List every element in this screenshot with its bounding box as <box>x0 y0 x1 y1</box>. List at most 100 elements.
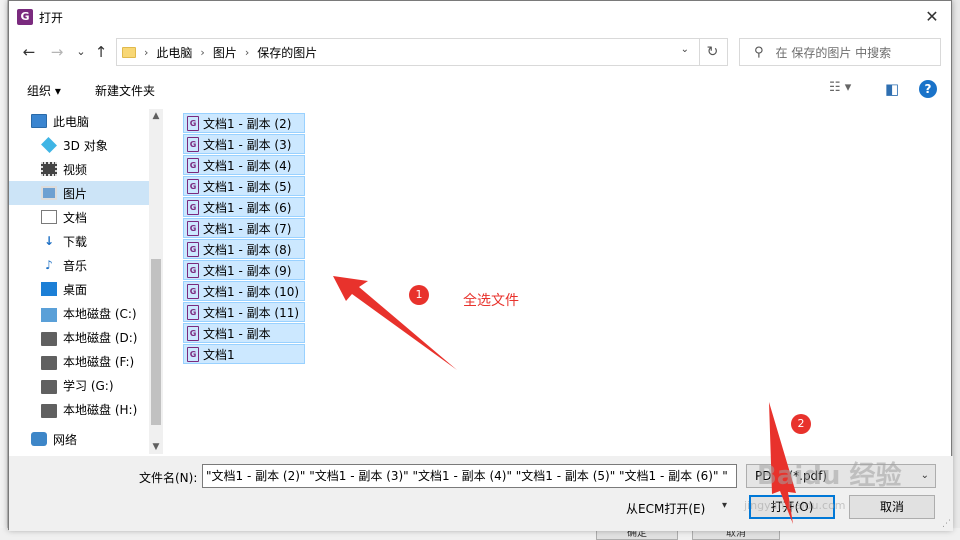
video-icon <box>41 162 57 176</box>
file-item[interactable]: G 文档1 - 副本 (6) <box>183 197 305 217</box>
sidebar-item-music[interactable]: ♪ 音乐 <box>9 253 163 277</box>
file-name: 文档1 - 副本 (7) <box>203 221 292 236</box>
file-item[interactable]: G 文档1 - 副本 <box>183 323 305 343</box>
file-item[interactable]: G 文档1 - 副本 (5) <box>183 176 305 196</box>
network-icon <box>31 432 47 446</box>
file-list: G 文档1 - 副本 (2) G 文档1 - 副本 (3) G 文档1 - 副本… <box>183 111 943 451</box>
sidebar-item-label: 3D 对象 <box>63 138 108 153</box>
address-dropdown-icon[interactable]: ⌄ <box>681 44 689 55</box>
sidebar-item-drive-g[interactable]: 学习 (G:) <box>9 373 163 397</box>
wps-document-icon: G <box>187 283 199 299</box>
preview-pane-icon[interactable]: ◧ <box>885 80 899 98</box>
command-toolbar: 组织 ▾ 新建文件夹 ☷ ▾ ◧ ? <box>9 74 953 106</box>
file-name: 文档1 <box>203 347 235 362</box>
breadcrumb-separator: › <box>144 45 149 59</box>
sidebar-item-pictures[interactable]: 图片 <box>9 181 163 205</box>
sidebar-item-downloads[interactable]: ↓ 下载 <box>9 229 163 253</box>
file-name: 文档1 - 副本 (11) <box>203 305 300 320</box>
file-name: 文档1 - 副本 (3) <box>203 137 292 152</box>
resize-grip-icon[interactable]: ⋰ <box>942 519 951 529</box>
title-bar: G 打开 ✕ <box>9 1 951 33</box>
file-item[interactable]: G 文档1 - 副本 (2) <box>183 113 305 133</box>
sidebar-item-videos[interactable]: 视频 <box>9 157 163 181</box>
wps-document-icon: G <box>187 115 199 131</box>
wps-document-icon: G <box>187 220 199 236</box>
scrollbar-thumb[interactable] <box>151 259 161 425</box>
file-item[interactable]: G 文档1 - 副本 (10) <box>183 281 305 301</box>
file-item[interactable]: G 文档1 - 副本 (8) <box>183 239 305 259</box>
up-arrow-icon[interactable]: ↑ <box>91 42 111 62</box>
sidebar-item-label: 本地磁盘 (H:) <box>63 402 138 417</box>
sidebar-item-3d-objects[interactable]: 3D 对象 <box>9 133 163 157</box>
change-view-icon[interactable]: ☷ ▾ <box>829 80 851 95</box>
desktop-icon <box>41 282 57 296</box>
file-name: 文档1 - 副本 (4) <box>203 158 292 173</box>
file-name: 文档1 - 副本 <box>203 326 271 341</box>
sidebar-item-drive-f[interactable]: 本地磁盘 (F:) <box>9 349 163 373</box>
computer-icon <box>31 114 47 128</box>
sidebar-item-label: 此电脑 <box>53 114 90 129</box>
breadcrumb-saved-pictures[interactable]: 保存的图片 <box>257 44 317 61</box>
file-item[interactable]: G 文档1 - 副本 (11) <box>183 302 305 322</box>
file-item[interactable]: G 文档1 - 副本 (3) <box>183 134 305 154</box>
wps-document-icon: G <box>187 241 199 257</box>
chevron-down-icon: ⌄ <box>920 470 929 481</box>
drive-c-icon <box>41 308 57 322</box>
open-file-dialog: G 打开 ✕ ← → ⌄ ↑ › 此电脑 › 图片 › 保存的图片 ⌄ ↻ ⚲ … <box>8 0 953 531</box>
back-arrow-icon[interactable]: ← <box>19 42 39 62</box>
sidebar-item-drive-c[interactable]: 本地磁盘 (C:) <box>9 301 163 325</box>
app-icon: G <box>17 9 33 25</box>
filename-input[interactable]: "文档1 - 副本 (2)" "文档1 - 副本 (3)" "文档1 - 副本 … <box>202 464 737 488</box>
cancel-button[interactable]: 取消 <box>849 495 935 519</box>
forward-arrow-icon[interactable]: → <box>47 42 67 62</box>
sidebar-item-label: 本地磁盘 (F:) <box>63 354 135 369</box>
sidebar-item-drive-h[interactable]: 本地磁盘 (H:) <box>9 397 163 421</box>
new-folder-button[interactable]: 新建文件夹 <box>95 82 155 99</box>
sidebar-item-label: 视频 <box>63 162 88 177</box>
background-window-edge <box>0 0 8 540</box>
folder-icon <box>122 46 136 58</box>
file-item[interactable]: G 文档1 - 副本 (7) <box>183 218 305 238</box>
wps-document-icon: G <box>187 199 199 215</box>
scroll-up-icon[interactable]: ▲ <box>149 109 163 123</box>
file-item[interactable]: G 文档1 - 副本 (9) <box>183 260 305 280</box>
filename-label: 文件名(N): <box>139 471 198 485</box>
sidebar-item-label: 音乐 <box>63 258 88 273</box>
search-placeholder: 在 保存的图片 中搜索 <box>775 45 892 60</box>
sidebar-item-label: 下载 <box>63 234 88 249</box>
search-box[interactable]: ⚲ 在 保存的图片 中搜索 <box>739 38 941 66</box>
sidebar-item-this-pc[interactable]: 此电脑 <box>9 109 163 133</box>
ecm-dropdown-icon[interactable]: ▾ <box>722 500 727 511</box>
address-bar[interactable]: › 此电脑 › 图片 › 保存的图片 ⌄ <box>116 38 700 66</box>
close-icon[interactable]: ✕ <box>921 7 943 27</box>
sidebar-item-label: 本地磁盘 (C:) <box>63 306 137 321</box>
file-item[interactable]: G 文档1 - 副本 (4) <box>183 155 305 175</box>
sidebar-item-label: 文档 <box>63 210 88 225</box>
breadcrumb-this-pc[interactable]: 此电脑 <box>156 44 192 61</box>
sidebar-item-documents[interactable]: 文档 <box>9 205 163 229</box>
music-icon: ♪ <box>45 258 53 272</box>
sidebar-item-drive-d[interactable]: 本地磁盘 (D:) <box>9 325 163 349</box>
help-icon[interactable]: ? <box>919 80 937 98</box>
wps-document-icon: G <box>187 346 199 362</box>
sidebar-item-desktop[interactable]: 桌面 <box>9 277 163 301</box>
file-name: 文档1 - 副本 (6) <box>203 200 292 215</box>
file-item[interactable]: G 文档1 <box>183 344 305 364</box>
breadcrumb-separator: › <box>200 45 205 59</box>
scroll-down-icon[interactable]: ▼ <box>149 440 163 454</box>
organize-button[interactable]: 组织 ▾ <box>27 82 61 99</box>
sidebar-item-label: 桌面 <box>63 282 88 297</box>
download-icon: ↓ <box>43 234 55 248</box>
drive-icon <box>41 380 57 394</box>
recent-locations-chevron-icon[interactable]: ⌄ <box>71 42 91 62</box>
sidebar-item-network[interactable]: 网络 <box>9 427 163 451</box>
sidebar-item-label: 图片 <box>63 186 88 201</box>
file-name: 文档1 - 副本 (5) <box>203 179 292 194</box>
file-name: 文档1 - 副本 (10) <box>203 284 300 299</box>
refresh-icon[interactable]: ↻ <box>698 38 728 66</box>
watermark-url: jingyan.baidu.com <box>744 499 846 512</box>
breadcrumb-pictures[interactable]: 图片 <box>213 44 237 61</box>
wps-document-icon: G <box>187 178 199 194</box>
open-from-ecm-button[interactable]: 从ECM打开(E) <box>626 500 705 517</box>
sidebar-scrollbar[interactable]: ▲ ▼ <box>149 109 163 454</box>
